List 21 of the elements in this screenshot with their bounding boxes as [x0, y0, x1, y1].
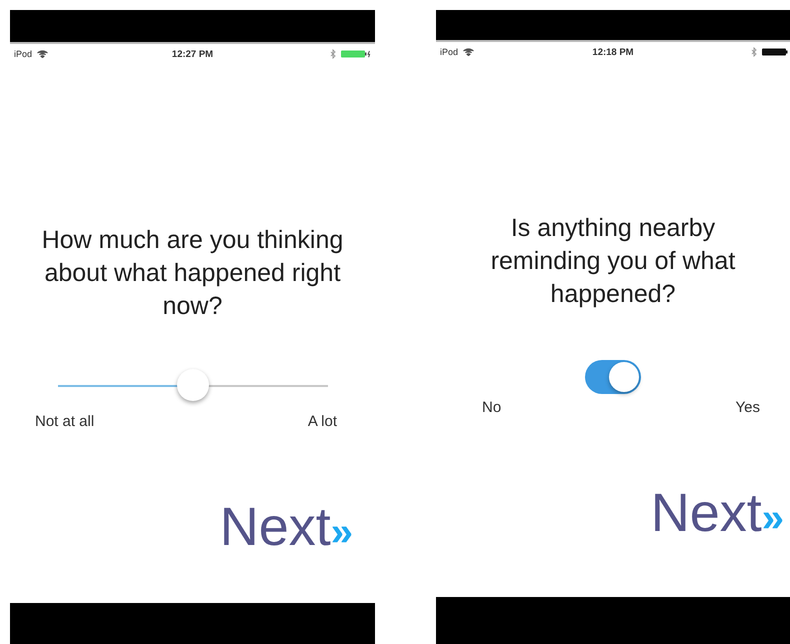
carrier-label: iPod [14, 49, 32, 59]
carrier-label: iPod [440, 47, 458, 57]
wifi-icon [37, 50, 48, 58]
bluetooth-icon [330, 49, 336, 59]
wifi-icon [463, 48, 474, 56]
question-text: How much are you thinking about what happened right now? [40, 225, 344, 322]
bluetooth-icon [751, 47, 757, 57]
status-time: 12:18 PM [592, 46, 634, 58]
min-label: No [482, 399, 502, 416]
battery-icon [762, 48, 790, 56]
max-label: Yes [736, 399, 760, 416]
next-button[interactable]: Next» [220, 500, 375, 554]
question-text: Is anything nearby reminding you of what happened? [490, 213, 736, 310]
status-time: 12:27 PM [172, 48, 214, 60]
max-label: A lot [308, 413, 337, 430]
battery-icon [341, 50, 371, 58]
min-label: Not at all [35, 413, 94, 430]
slider-thumb[interactable] [176, 369, 208, 401]
slider[interactable] [58, 369, 328, 403]
toggle-switch[interactable] [585, 360, 641, 394]
next-button[interactable]: Next» [650, 486, 790, 540]
